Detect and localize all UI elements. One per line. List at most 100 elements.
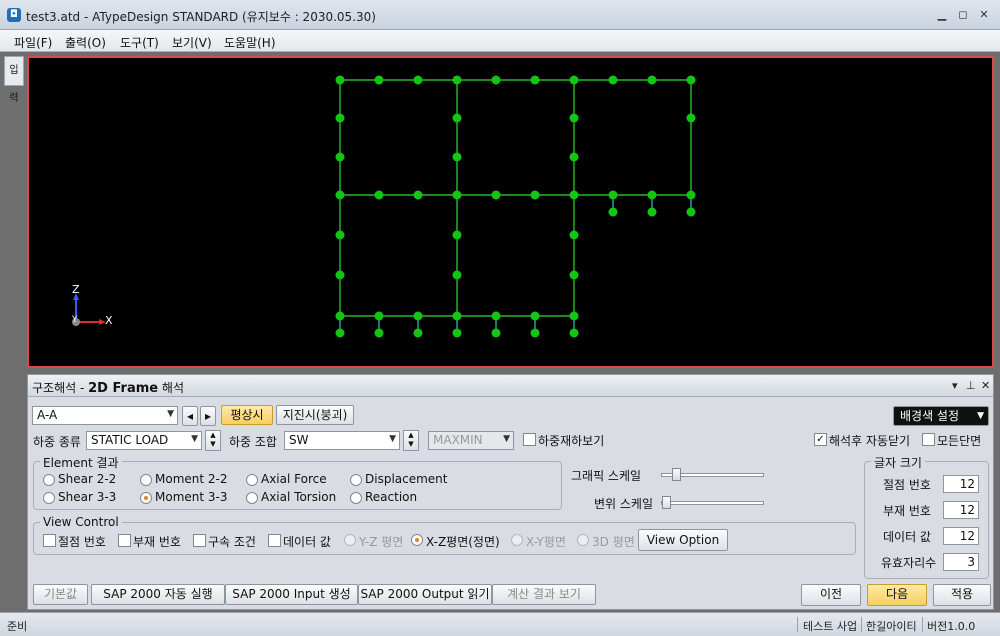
next-button[interactable]: 다음 (867, 584, 927, 606)
radio-axial-force[interactable] (246, 474, 258, 486)
maximize-button[interactable]: ◻ (955, 8, 971, 22)
frame-node[interactable] (335, 190, 345, 200)
frame-node[interactable] (413, 190, 423, 200)
frame-select[interactable]: A-A ▼ (32, 406, 178, 425)
panel-close-icon[interactable]: ✕ (981, 379, 990, 392)
view-option-button[interactable]: View Option (638, 529, 728, 551)
sap-input-button[interactable]: SAP 2000 Input 생성 (225, 584, 358, 605)
calc-result-button[interactable]: 계산 결과 보기 (492, 584, 596, 605)
frame-node[interactable] (530, 328, 540, 338)
frame-node[interactable] (608, 190, 618, 200)
frame-node[interactable] (530, 75, 540, 85)
menu-file[interactable]: 파일(F) (14, 34, 52, 51)
close-button[interactable]: ✕ (976, 8, 992, 22)
displacement-scale-thumb[interactable] (662, 496, 671, 509)
apply-button[interactable]: 적용 (933, 584, 991, 606)
frame-node[interactable] (569, 328, 579, 338)
node-number-size-input[interactable]: 12 (943, 475, 979, 493)
member-number-size-input[interactable]: 12 (943, 501, 979, 519)
frame-node[interactable] (491, 328, 501, 338)
frame-node[interactable] (647, 207, 657, 217)
significant-digits-input[interactable]: 3 (943, 553, 979, 571)
frame-node[interactable] (452, 190, 462, 200)
radio-moment-33[interactable] (140, 492, 152, 504)
frame-node[interactable] (647, 190, 657, 200)
radio-xz-plane[interactable] (411, 534, 423, 546)
frame-node[interactable] (452, 328, 462, 338)
default-button[interactable]: 기본값 (33, 584, 88, 605)
frame-node[interactable] (608, 75, 618, 85)
menu-tools[interactable]: 도구(T) (120, 34, 159, 51)
data-value-size-input[interactable]: 12 (943, 527, 979, 545)
frame-node[interactable] (491, 311, 501, 321)
prev-button[interactable]: 이전 (801, 584, 861, 606)
seismic-condition-button[interactable]: 지진시(붕괴) (276, 405, 354, 425)
frame-node[interactable] (413, 311, 423, 321)
member-number-checkbox[interactable] (118, 534, 131, 547)
next-frame-button[interactable]: ▸ (200, 406, 216, 426)
prev-frame-button[interactable]: ◂ (182, 406, 198, 426)
load-combo-spinner[interactable]: ▲ ▼ (403, 430, 419, 451)
constraint-checkbox[interactable] (193, 534, 206, 547)
frame-node[interactable] (491, 190, 501, 200)
radio-reaction[interactable] (350, 492, 362, 504)
frame-node[interactable] (608, 207, 618, 217)
panel-menu-icon[interactable]: ▾ (952, 379, 958, 392)
frame-node[interactable] (374, 75, 384, 85)
autoclose-checkbox[interactable]: ✓ (814, 433, 827, 446)
radio-shear-22[interactable] (43, 474, 55, 486)
frame-node[interactable] (335, 311, 345, 321)
frame-node[interactable] (491, 75, 501, 85)
menu-view[interactable]: 보기(V) (172, 34, 212, 51)
frame-node[interactable] (335, 75, 345, 85)
frame-node[interactable] (452, 75, 462, 85)
load-type-select[interactable]: STATIC LOAD ▼ (86, 431, 202, 450)
load-type-spinner[interactable]: ▲ ▼ (205, 430, 221, 451)
frame-node[interactable] (530, 190, 540, 200)
frame-node[interactable] (374, 311, 384, 321)
minimize-button[interactable]: ▁ (934, 8, 950, 22)
side-tab-input[interactable]: 입력 (4, 56, 24, 104)
load-combo-select[interactable]: SW ▼ (284, 431, 400, 450)
frame-node[interactable] (569, 152, 579, 162)
frame-node[interactable] (647, 75, 657, 85)
load-view-checkbox[interactable] (523, 433, 536, 446)
radio-displacement[interactable] (350, 474, 362, 486)
frame-node[interactable] (452, 230, 462, 240)
menu-help[interactable]: 도움말(H) (224, 34, 276, 51)
frame-node[interactable] (452, 311, 462, 321)
frame-node[interactable] (335, 270, 345, 280)
menu-output[interactable]: 출력(O) (65, 34, 106, 51)
data-value-checkbox[interactable] (268, 534, 281, 547)
frame-node[interactable] (335, 113, 345, 123)
frame-node[interactable] (452, 113, 462, 123)
normal-condition-button[interactable]: 평상시 (221, 405, 273, 425)
pin-icon[interactable]: ⊥ (966, 379, 976, 392)
frame-node[interactable] (686, 190, 696, 200)
frame-node[interactable] (686, 75, 696, 85)
sap-run-button[interactable]: SAP 2000 자동 실행 (91, 584, 225, 605)
graphic-scale-thumb[interactable] (672, 468, 681, 481)
displacement-scale-track[interactable] (661, 501, 764, 505)
frame-node[interactable] (569, 230, 579, 240)
frame-node[interactable] (686, 207, 696, 217)
frame-node[interactable] (335, 152, 345, 162)
frame-node[interactable] (569, 311, 579, 321)
frame-node[interactable] (569, 75, 579, 85)
frame-node[interactable] (569, 270, 579, 280)
frame-node[interactable] (686, 113, 696, 123)
radio-shear-33[interactable] (43, 492, 55, 504)
all-sections-checkbox[interactable] (922, 433, 935, 446)
radio-moment-22[interactable] (140, 474, 152, 486)
frame-node[interactable] (335, 230, 345, 240)
frame-node[interactable] (335, 328, 345, 338)
background-color-button[interactable]: 배경색 설정 ▼ (893, 406, 989, 426)
radio-axial-torsion[interactable] (246, 492, 258, 504)
frame-node[interactable] (569, 190, 579, 200)
frame-node[interactable] (452, 152, 462, 162)
frame-node[interactable] (452, 270, 462, 280)
frame-node[interactable] (569, 113, 579, 123)
frame-node[interactable] (413, 328, 423, 338)
drawing-canvas[interactable]: Z X Y (27, 56, 994, 368)
frame-node[interactable] (374, 190, 384, 200)
